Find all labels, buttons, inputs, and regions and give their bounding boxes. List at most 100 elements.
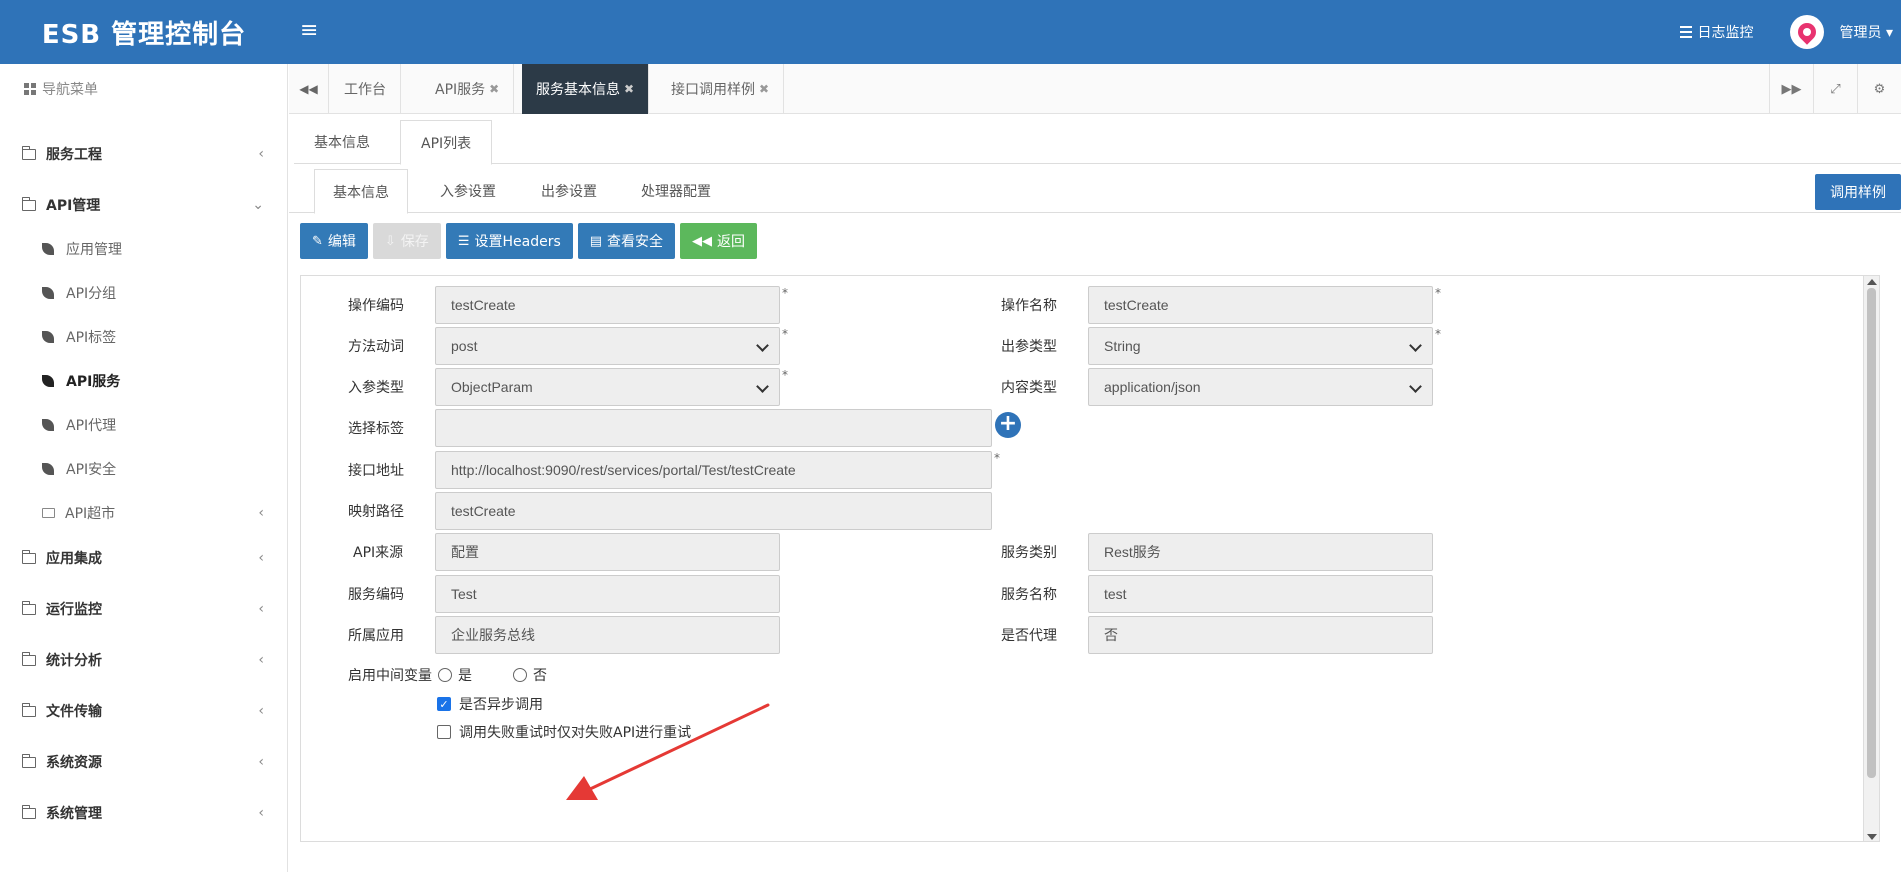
page-tab-strip: ◀◀ 工作台 API服务 ✖ 服务基本信息 ✖ 接口调用样例 ✖ ▶▶ ⤢ ⚙ xyxy=(289,64,1901,114)
radio-no[interactable]: 否 xyxy=(513,665,547,685)
out-type-select[interactable]: String xyxy=(1088,327,1433,365)
sidebar-subitem-api-security[interactable]: API安全 xyxy=(0,449,288,489)
sidebar-item-api-management[interactable]: API管理 ⌄ xyxy=(0,185,288,225)
sidebar-subitem-app-management[interactable]: 应用管理 xyxy=(0,229,288,269)
mid-var-label: 启用中间变量 xyxy=(348,668,432,684)
set-headers-button[interactable]: ☰ 设置Headers xyxy=(445,223,573,259)
sidebar-subitem-api-market[interactable]: API超市 ‹ xyxy=(0,493,288,533)
tab-basic-info[interactable]: 基本信息 xyxy=(294,120,390,164)
sidebar-subitem-api-service[interactable]: API服务 xyxy=(0,361,288,401)
log-monitor-label: 日志监控 xyxy=(1697,25,1754,41)
service-type-input[interactable]: Rest服务 xyxy=(1088,533,1433,571)
sidebar-item-label: 系统资源 xyxy=(46,755,102,771)
sidebar-item-label: 系统管理 xyxy=(46,806,102,822)
scroll-down-icon[interactable] xyxy=(1867,834,1877,840)
sidebar-subitem-label: API超市 xyxy=(65,506,116,522)
sidebar-item-statistics[interactable]: 统计分析 ‹ xyxy=(0,640,288,680)
close-icon[interactable]: ✖ xyxy=(624,82,634,96)
sidebar-item-file-transfer[interactable]: 文件传输 ‹ xyxy=(0,691,288,731)
brand-title[interactable]: ESB 管理控制台 xyxy=(0,0,288,64)
tab-api-list[interactable]: API列表 xyxy=(400,120,493,165)
grid-icon xyxy=(24,83,36,95)
app-label: 所属应用 xyxy=(348,628,404,644)
service-code-input[interactable]: Test xyxy=(435,575,780,613)
sidebar-item-label: 服务工程 xyxy=(46,147,102,163)
download-icon: ⇩ xyxy=(384,233,396,249)
main-content: 基本信息 API列表 基本信息 入参设置 出参设置 处理器配置 调用样例 ✎ 编… xyxy=(289,115,1901,872)
chevron-left-icon: ‹ xyxy=(258,146,264,162)
edit-button[interactable]: ✎ 编辑 xyxy=(300,223,368,259)
tab-basic-info-sub[interactable]: 基本信息 xyxy=(314,169,408,214)
close-icon[interactable]: ✖ xyxy=(489,82,499,96)
method-select[interactable]: post xyxy=(435,327,780,365)
sidebar-item-label: API管理 xyxy=(46,198,101,214)
service-type-label: 服务类别 xyxy=(1001,545,1057,561)
close-icon[interactable]: ✖ xyxy=(759,82,769,96)
tab-input-params[interactable]: 入参设置 xyxy=(422,169,514,213)
chevron-left-icon: ‹ xyxy=(258,805,264,821)
sidebar-subitem-api-tags[interactable]: API标签 xyxy=(0,317,288,357)
tab-processor-config[interactable]: 处理器配置 xyxy=(623,169,729,213)
api-source-input[interactable]: 配置 xyxy=(435,533,780,571)
tab-label: API服务 xyxy=(435,82,486,98)
retry-label: 调用失败重试时仅对失败API进行重试 xyxy=(459,725,692,741)
service-name-input[interactable]: test xyxy=(1088,575,1433,613)
leaf-icon xyxy=(42,375,54,387)
gear-icon[interactable]: ⚙ xyxy=(1857,64,1901,114)
sidebar-subitem-label: API安全 xyxy=(66,462,117,478)
app-input[interactable]: 企业服务总线 xyxy=(435,616,780,654)
scroll-thumb[interactable] xyxy=(1867,288,1876,778)
fullscreen-icon[interactable]: ⤢ xyxy=(1813,64,1857,114)
save-button[interactable]: ⇩ 保存 xyxy=(372,223,441,259)
log-monitor-link[interactable]: 日志监控 xyxy=(1679,22,1754,42)
url-input[interactable]: http://localhost:9090/rest/services/port… xyxy=(435,451,992,489)
async-label: 是否异步调用 xyxy=(459,697,543,713)
map-path-input[interactable]: testCreate xyxy=(435,492,992,530)
sidebar-item-runtime-monitor[interactable]: 运行监控 ‹ xyxy=(0,589,288,629)
view-security-button[interactable]: ▤ 查看安全 xyxy=(577,223,676,259)
tab-api-service[interactable]: API服务 ✖ xyxy=(421,64,515,114)
tab-service-basic-info[interactable]: 服务基本信息 ✖ xyxy=(522,64,650,114)
tab-output-params[interactable]: 出参设置 xyxy=(523,169,615,213)
sidebar-item-app-integration[interactable]: 应用集成 ‹ xyxy=(0,538,288,578)
chevron-left-icon: ‹ xyxy=(258,601,264,617)
user-menu[interactable]: 管理员 ▾ xyxy=(1840,22,1893,42)
scroll-tabs-left-icon[interactable]: ◀◀ xyxy=(289,64,329,114)
sidebar-item-system-management[interactable]: 系统管理 ‹ xyxy=(0,793,288,833)
service-code-label: 服务编码 xyxy=(348,587,404,603)
op-code-input[interactable]: testCreate xyxy=(435,286,780,324)
retry-checkbox[interactable]: 调用失败重试时仅对失败API进行重试 xyxy=(437,722,691,742)
chevron-left-icon: ‹ xyxy=(258,754,264,770)
folder-icon xyxy=(21,753,36,768)
sidebar-item-service-project[interactable]: 服务工程 ‹ xyxy=(0,134,288,174)
add-tag-plus-icon[interactable]: + xyxy=(995,412,1021,438)
sidebar-item-label: 统计分析 xyxy=(46,653,102,669)
tab-call-sample[interactable]: 接口调用样例 ✖ xyxy=(657,64,785,114)
form-scrollbar[interactable] xyxy=(1863,276,1879,841)
sidebar-subitem-api-proxy[interactable]: API代理 xyxy=(0,405,288,445)
call-sample-button[interactable]: 调用样例 xyxy=(1815,174,1901,210)
edit-label: 编辑 xyxy=(327,234,356,250)
back-button[interactable]: ◀◀ 返回 xyxy=(680,223,758,259)
avatar[interactable] xyxy=(1789,15,1824,49)
scroll-tabs-right-icon[interactable]: ▶▶ xyxy=(1769,64,1813,114)
menu-toggle-icon[interactable]: ≡ xyxy=(300,18,318,44)
radio-circle xyxy=(513,668,527,682)
in-type-select[interactable]: ObjectParam xyxy=(435,368,780,406)
proxy-input[interactable]: 否 xyxy=(1088,616,1433,654)
sidebar-subitem-label: 应用管理 xyxy=(66,242,122,258)
location-pin-icon xyxy=(1793,19,1820,45)
required-mark: * xyxy=(782,286,788,300)
required-mark: * xyxy=(782,327,788,341)
sidebar-subitem-api-group[interactable]: API分组 xyxy=(0,273,288,313)
async-checkbox[interactable]: ✓ 是否异步调用 xyxy=(437,694,543,714)
content-type-select[interactable]: application/json xyxy=(1088,368,1433,406)
radio-yes[interactable]: 是 xyxy=(438,665,472,685)
sidebar-item-system-resources[interactable]: 系统资源 ‹ xyxy=(0,742,288,782)
tags-label: 选择标签 xyxy=(348,421,404,437)
tags-input[interactable] xyxy=(435,409,992,447)
op-name-label: 操作名称 xyxy=(1001,298,1057,314)
scroll-up-icon[interactable] xyxy=(1867,279,1877,285)
op-name-input[interactable]: testCreate xyxy=(1088,286,1433,324)
tab-workbench[interactable]: 工作台 xyxy=(330,64,401,114)
